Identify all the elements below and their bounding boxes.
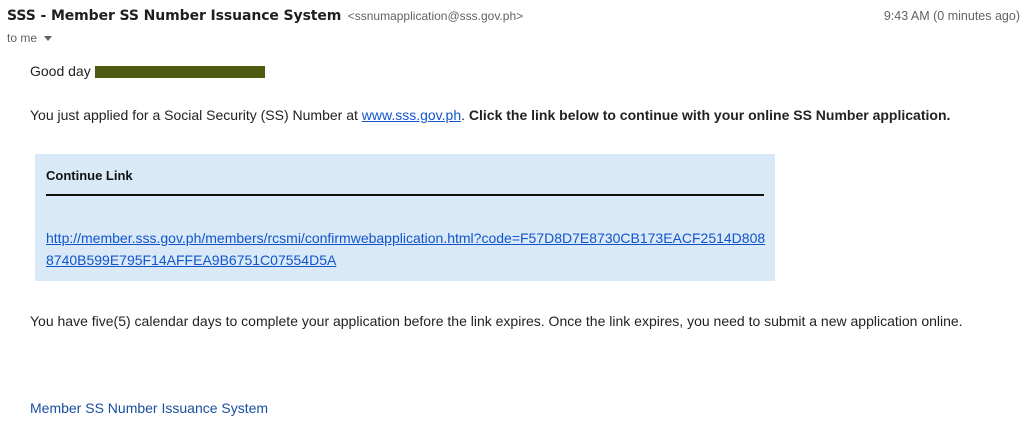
intro-instruction: Click the link below to continue with yo… bbox=[468, 107, 951, 123]
sss-website-link[interactable]: www.sss.gov.ph bbox=[362, 107, 461, 123]
continue-application-link[interactable]: http://member.sss.gov.ph/members/rcsmi/c… bbox=[46, 230, 765, 268]
redacted-recipient-name bbox=[94, 66, 265, 78]
intro-middle: . bbox=[461, 107, 469, 123]
email-header: SSS - Member SS Number Issuance System <… bbox=[7, 7, 1024, 29]
intro-prefix: You just applied for a Social Security (… bbox=[30, 107, 362, 123]
greeting: Good day bbox=[30, 63, 265, 79]
continue-link-container: http://member.sss.gov.ph/members/rcsmi/c… bbox=[46, 227, 766, 271]
intro-paragraph: You just applied for a Social Security (… bbox=[30, 104, 980, 126]
expiry-note: You have five(5) calendar days to comple… bbox=[30, 313, 963, 329]
recipient-label: to me bbox=[7, 31, 38, 45]
chevron-down-icon bbox=[44, 36, 53, 41]
continue-link-title: Continue Link bbox=[46, 168, 133, 183]
email-timestamp: 9:43 AM (0 minutes ago) bbox=[883, 9, 1020, 23]
continue-link-box: Continue Link http://member.sss.gov.ph/m… bbox=[35, 154, 775, 281]
sender-name[interactable]: SSS - Member SS Number Issuance System bbox=[7, 8, 341, 24]
divider bbox=[46, 194, 764, 196]
recipient-details-toggle[interactable]: to me bbox=[7, 31, 53, 45]
sender-email: <ssnumapplication@sss.gov.ph> bbox=[347, 9, 524, 23]
greeting-text: Good day bbox=[30, 63, 91, 79]
signature-link[interactable]: Member SS Number Issuance System bbox=[30, 400, 268, 416]
